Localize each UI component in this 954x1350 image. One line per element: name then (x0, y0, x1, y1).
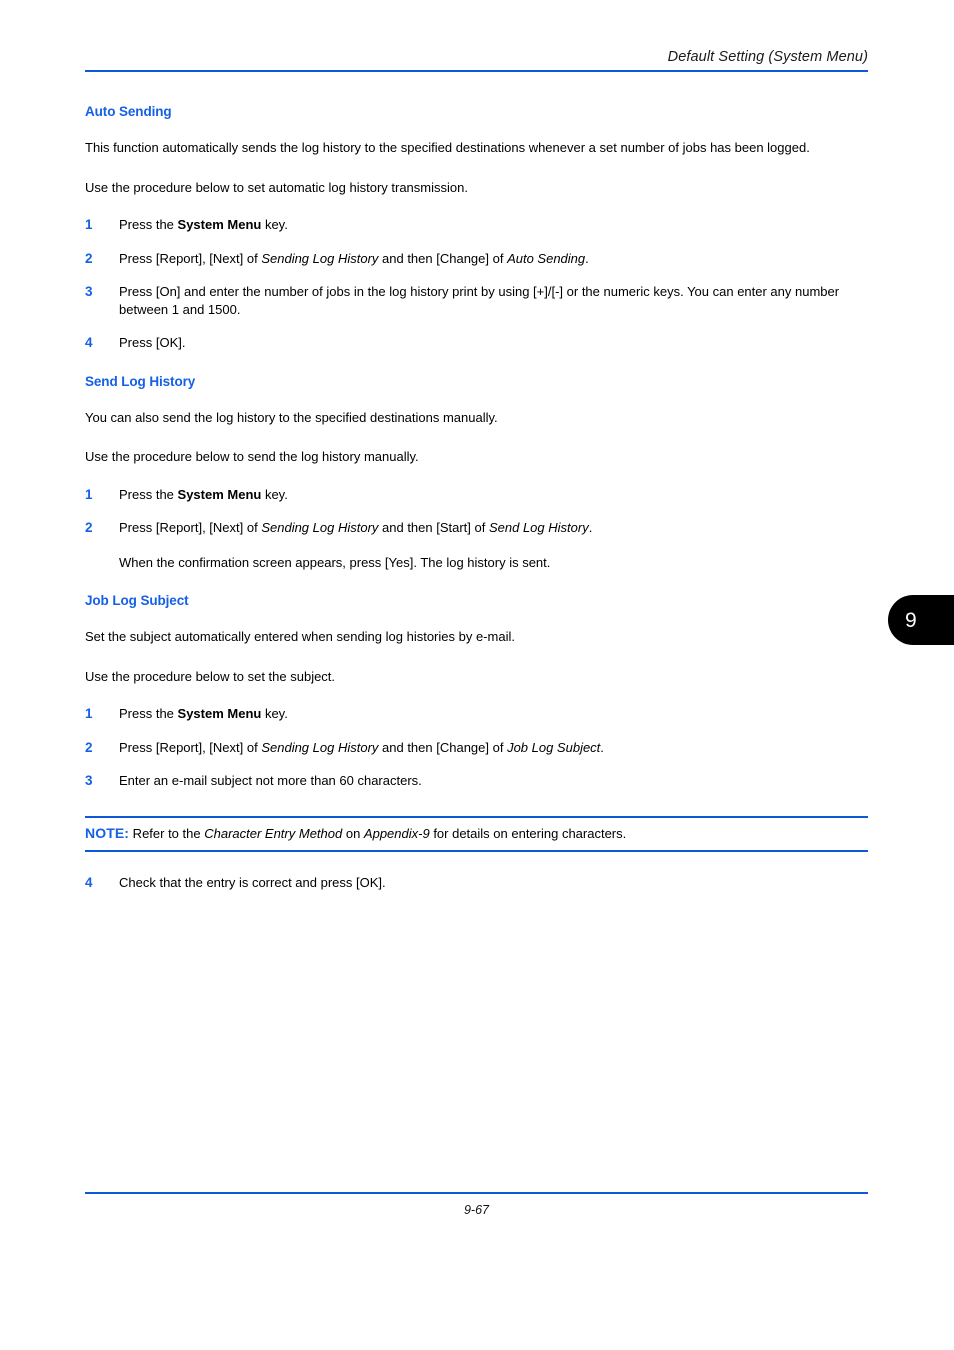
text-run: Press the (119, 706, 178, 721)
step-text: Press [Report], [Next] of Sending Log Hi… (119, 519, 875, 537)
step-text: Press the System Menu key. (119, 486, 875, 504)
section-auto-sending: Auto Sending This function automatically … (85, 104, 875, 352)
text-run: . (585, 250, 589, 266)
step-item: 3 Press [On] and enter the number of jobs… (85, 283, 875, 318)
page-content: Auto Sending This function automatically … (85, 104, 875, 892)
step-item: 1 Press the System Menu key. (85, 216, 875, 234)
note-box: NOTE: Refer to the Character Entry Metho… (85, 815, 868, 852)
footer-page-number: 9-67 (463, 1203, 490, 1217)
chapter-tab-number: 9 (905, 608, 917, 632)
step-item: 2 Press [Report], [Next] of Sending Log H… (85, 519, 875, 571)
step-subtext: When the confirmation screen appears, pr… (119, 554, 551, 570)
text-run: . (588, 520, 593, 535)
text-run: and then [Change] of (378, 739, 508, 755)
emphasis-italic: Appendix-9 (363, 825, 430, 841)
step-item: 4 Press [OK]. (85, 334, 875, 352)
text-run: key. (261, 486, 288, 502)
step-list-job-log-subject: 1 Press the System Menu key. 2 Press [Repor… (85, 705, 875, 790)
text-run: for details on entering characters. (429, 825, 627, 841)
text-run: key. (261, 217, 288, 232)
emphasis-italic: Sending Log History (261, 250, 379, 266)
text-run: Press [Report], [Next] of (119, 250, 262, 266)
section-leadin-paragraph: Use the procedure below to send the log … (85, 449, 419, 464)
section-leadin-paragraph: Use the procedure below to set automatic… (85, 179, 468, 195)
step-text: Press [Report], [Next] of Sending Log Hi… (119, 250, 875, 268)
step-item: 2 Press [Report], [Next] of Sending Log H… (85, 250, 875, 268)
step-number: 2 (85, 250, 93, 266)
footer-divider (85, 1192, 868, 1194)
section-heading: Job Log Subject (85, 593, 189, 608)
step-number: 4 (85, 875, 93, 890)
text-run: Check that the entry is correct and pres… (119, 875, 386, 890)
step-text: Press [Report], [Next] of Sending Log Hi… (119, 739, 875, 757)
text-run: Press the (119, 217, 178, 232)
section-intro-paragraph: Set the subject automatically entered wh… (85, 629, 515, 644)
sections-container: Auto Sending This function automatically … (85, 104, 875, 790)
step-list-send-log-history: 1 Press the System Menu key. 2 Press [Repor… (85, 486, 875, 572)
step-number: 4 (85, 335, 93, 350)
step-text: Check that the entry is correct and pres… (119, 874, 875, 892)
post-note-steps: 4 Check that the entry is correct and pre… (85, 874, 875, 892)
text-run: Press [On] and enter the number of jobs … (119, 284, 840, 317)
section-heading: Send Log History (85, 373, 196, 389)
text-run: key. (261, 706, 288, 721)
text-run: Enter an e-mail subject not more than 60… (119, 773, 422, 788)
text-run: and then [Start] of (378, 520, 489, 535)
step-number: 3 (85, 284, 93, 299)
step-number: 2 (85, 739, 93, 755)
step-item: 3 Enter an e-mail subject not more than 6… (85, 772, 875, 790)
text-run: Refer to the (129, 825, 205, 841)
step-number: 1 (85, 486, 93, 502)
emphasis-italic: Job Log Subject (507, 739, 601, 755)
emphasis-italic: Character Entry Method (204, 825, 343, 841)
text-run: and then [Change] of (378, 250, 508, 266)
manual-page: Default Setting (System Menu) Auto Sendi… (0, 0, 954, 1350)
emphasis-bold: System Menu (177, 217, 262, 232)
step-number: 1 (85, 217, 93, 232)
step-item: 2 Press [Report], [Next] of Sending Log H… (85, 739, 875, 757)
header-divider (85, 70, 868, 72)
emphasis-italic: Auto Sending (507, 250, 586, 266)
emphasis-bold: System Menu (177, 486, 262, 502)
step-item: 1 Press the System Menu key. (85, 705, 875, 723)
step-item: 1 Press the System Menu key. (85, 486, 875, 504)
emphasis-bold: System Menu (177, 706, 262, 721)
emphasis-italic: Sending Log History (261, 520, 379, 535)
text-run: on (342, 825, 364, 841)
section-intro-paragraph: This function automatically sends the lo… (85, 140, 810, 155)
text-run: . (600, 739, 604, 755)
step-text: Enter an e-mail subject not more than 60… (119, 772, 875, 790)
text-run: Press [OK]. (119, 335, 186, 350)
text-run: Press the (119, 486, 178, 502)
text-run: Press [Report], [Next] of (119, 739, 262, 755)
step-item: 4 Check that the entry is correct and pre… (85, 874, 875, 892)
note-label: NOTE: (85, 824, 130, 841)
note-text: NOTE: Refer to the Character Entry Metho… (85, 825, 868, 843)
step-text: Press the System Menu key. (119, 216, 875, 234)
page-footer: 9-67 (85, 1192, 868, 1217)
section-heading: Auto Sending (85, 104, 172, 119)
step-number: 1 (85, 706, 93, 721)
step-number: 3 (85, 773, 93, 788)
emphasis-italic: Sending Log History (261, 739, 379, 755)
section-send-log-history: Send Log History You can also send the lo… (85, 374, 875, 572)
step-text: Press the System Menu key. (119, 705, 875, 723)
step-number: 2 (85, 520, 93, 535)
header-title: Default Setting (System Menu) (667, 49, 868, 65)
note-body: Refer to the Character Entry Method on A… (129, 825, 627, 841)
chapter-tab: 9 (888, 595, 954, 645)
page-header: Default Setting (System Menu) (85, 48, 868, 72)
step-text: Press [OK]. (119, 334, 875, 352)
section-job-log-subject: Job Log Subject Set the subject automatic… (85, 593, 875, 790)
emphasis-italic: Send Log History (488, 520, 589, 535)
section-intro-paragraph: You can also send the log history to the… (85, 409, 498, 425)
step-text: Press [On] and enter the number of jobs … (119, 283, 875, 318)
text-run: Press [Report], [Next] of (119, 520, 262, 535)
section-leadin-paragraph: Use the procedure below to set the subje… (85, 668, 336, 684)
step-list-auto-sending: 1 Press the System Menu key. 2 Press [Repor… (85, 216, 875, 352)
